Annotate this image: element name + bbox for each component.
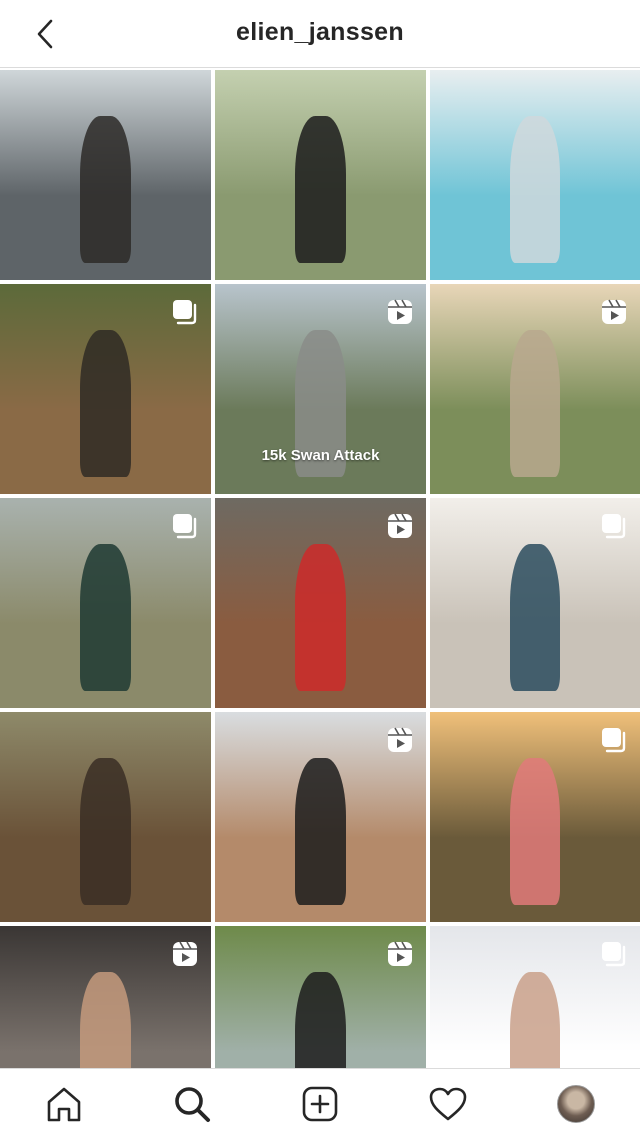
reel-icon [388, 299, 412, 324]
tab-search[interactable] [162, 1074, 222, 1134]
post-subject [295, 758, 346, 906]
post-caption-overlay: 15k Swan Attack [261, 447, 380, 464]
reel-icon [388, 941, 412, 966]
post-subject [509, 758, 561, 906]
tab-create[interactable] [290, 1074, 350, 1134]
post-swan-attack[interactable]: 15k Swan Attack [215, 284, 426, 494]
post-subject [509, 972, 561, 1068]
avatar [557, 1084, 595, 1123]
post-pool[interactable] [430, 70, 640, 280]
post-subject [80, 330, 131, 478]
post-subject [295, 116, 346, 264]
plus-square-icon [302, 1086, 338, 1121]
carousel-icon [602, 514, 626, 539]
post-canal-dog[interactable] [215, 926, 426, 1068]
post-dog-road[interactable] [215, 498, 426, 708]
post-abs[interactable] [215, 712, 426, 922]
reel-icon [388, 513, 412, 538]
bottom-tab-bar [0, 1068, 640, 1138]
post-runner-road[interactable] [0, 70, 211, 280]
post-subject [80, 544, 131, 692]
post-treadmill[interactable] [0, 926, 211, 1068]
post-subject [80, 972, 131, 1068]
search-icon [175, 1086, 210, 1122]
post-cycling[interactable] [215, 70, 426, 280]
post-park-path[interactable] [430, 284, 640, 494]
post-dog-portrait[interactable] [0, 712, 211, 922]
post-subject [80, 758, 131, 906]
post-subject [80, 116, 131, 264]
tab-activity[interactable] [418, 1074, 478, 1134]
post-girl-power[interactable] [430, 926, 640, 1068]
reel-icon [388, 727, 412, 752]
post-forest-trail[interactable] [0, 284, 211, 494]
post-subject [295, 972, 346, 1068]
post-subject [509, 544, 561, 692]
post-subject [509, 116, 561, 264]
carousel-icon [602, 942, 626, 967]
heart-icon [429, 1087, 467, 1120]
tab-home[interactable] [34, 1074, 94, 1134]
tab-profile[interactable] [546, 1074, 606, 1134]
top-bar: elien_janssen [0, 0, 640, 68]
carousel-icon [602, 728, 626, 753]
post-subject [295, 544, 346, 692]
post-subject [509, 330, 561, 478]
post-sunset-field[interactable] [430, 712, 640, 922]
carousel-icon [173, 514, 197, 539]
reel-icon [173, 941, 197, 966]
reel-icon [602, 299, 626, 324]
post-green-jacket[interactable] [0, 498, 211, 708]
profile-username[interactable]: elien_janssen [0, 18, 640, 47]
home-icon [47, 1087, 81, 1121]
carousel-icon [173, 300, 197, 325]
post-living-room[interactable] [430, 498, 640, 708]
post-grid: 15k Swan Attack [0, 70, 640, 1068]
